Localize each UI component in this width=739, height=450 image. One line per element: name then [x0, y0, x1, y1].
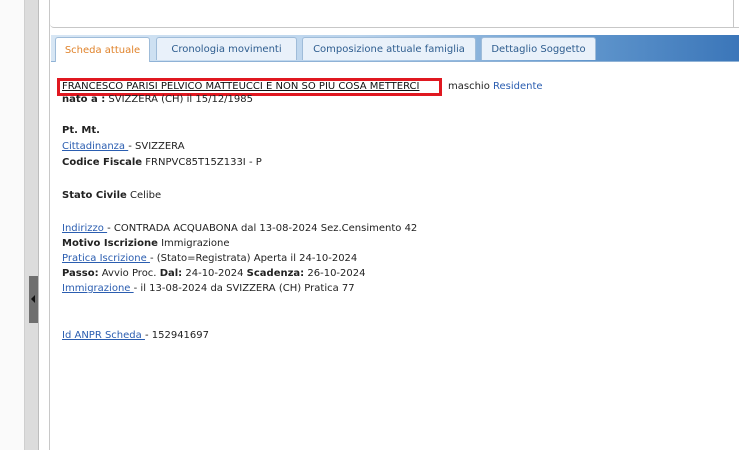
top-panel-edge [733, 0, 734, 27]
motivo-value: Immigrazione [161, 238, 230, 249]
cittadinanza-link[interactable]: Cittadinanza [62, 141, 128, 152]
anpr-scheda-link[interactable]: Id ANPR Scheda [62, 330, 145, 341]
anpr-line: Id ANPR Scheda - 152941697 [62, 330, 209, 342]
tab-label: Composizione attuale famiglia [313, 43, 465, 55]
pratica-value: - (Stato=Registrata) Aperta il 24-10-202… [149, 253, 358, 264]
status-residente-link[interactable]: Residente [493, 81, 543, 92]
anpr-value: - 152941697 [144, 330, 210, 341]
stato-civile-value: Celibe [129, 190, 162, 201]
collapse-panel-handle[interactable] [29, 276, 38, 323]
passo-line: Passo: Avvio Proc. Dal: 24-10-2024 Scade… [62, 268, 366, 280]
stato-civile-label: Stato Civile [62, 190, 127, 201]
immigrazione-value: - il 13-08-2024 da SVIZZERA (CH) Pratica… [133, 283, 355, 294]
sex-status-line: maschio Residente [448, 81, 543, 93]
birth-line: nato a : SVIZZERA (CH) il 15/12/1985 [62, 94, 253, 106]
dal-value: 24-10-2024 [185, 268, 244, 279]
person-sex: maschio [448, 81, 490, 92]
codice-fiscale-value: FRNPVC85T15Z133I - P [145, 157, 262, 168]
side-splitter[interactable] [24, 0, 39, 450]
cittadinanza-value: - SVIZZERA [128, 141, 185, 152]
tab-scheda-attuale[interactable]: Scheda attuale [55, 37, 150, 62]
chevron-left-icon [31, 295, 35, 303]
pratica-line: Pratica Iscrizione - (Stato=Registrata) … [62, 253, 357, 265]
motivo-label: Motivo Iscrizione [62, 238, 158, 249]
motivo-line: Motivo Iscrizione Immigrazione [62, 238, 230, 250]
tab-label: Dettaglio Soggetto [491, 43, 586, 55]
immigrazione-line: Immigrazione - il 13-08-2024 da SVIZZERA… [62, 283, 355, 295]
pt-mt-label: Pt. Mt. [62, 125, 100, 136]
stato-civile-line: Stato Civile Celibe [62, 190, 161, 202]
passo-value: Avvio Proc. [101, 268, 157, 279]
tab-cronologia-movimenti[interactable]: Cronologia movimenti [156, 37, 297, 60]
cittadinanza-line: Cittadinanza - SVIZZERA [62, 141, 185, 153]
dal-label: Dal: [159, 268, 183, 279]
tab-bar: Scheda attuale Cronologia movimenti Comp… [51, 35, 739, 62]
indirizzo-value: - CONTRADA ACQUABONA dal 13-08-2024 Sez.… [107, 223, 418, 234]
codice-fiscale-label: Codice Fiscale [62, 157, 143, 168]
scheda-content: FRANCESCO PARISI PELVICO MATTEUCCI E NON… [51, 62, 739, 450]
tab-label: Cronologia movimenti [171, 43, 282, 55]
indirizzo-line: Indirizzo - CONTRADA ACQUABONA dal 13-08… [62, 223, 417, 235]
immigrazione-link[interactable]: Immigrazione [62, 283, 134, 294]
tab-dettaglio-soggetto[interactable]: Dettaglio Soggetto [481, 37, 596, 60]
top-panel [50, 0, 739, 28]
tab-composizione-famiglia[interactable]: Composizione attuale famiglia [302, 37, 476, 60]
indirizzo-link[interactable]: Indirizzo [62, 223, 107, 234]
codice-fiscale-line: Codice Fiscale FRNPVC85T15Z133I - P [62, 157, 262, 169]
passo-label: Passo: [62, 268, 99, 279]
left-margin [0, 0, 25, 450]
pratica-link[interactable]: Pratica Iscrizione [62, 253, 150, 264]
scadenza-value: 26-10-2024 [307, 268, 366, 279]
panel-border [49, 0, 50, 450]
scadenza-label: Scadenza: [246, 268, 305, 279]
tab-label: Scheda attuale [64, 44, 141, 56]
birth-value: SVIZZERA (CH) il 15/12/1985 [108, 94, 253, 105]
birth-label: nato a : [62, 94, 106, 105]
